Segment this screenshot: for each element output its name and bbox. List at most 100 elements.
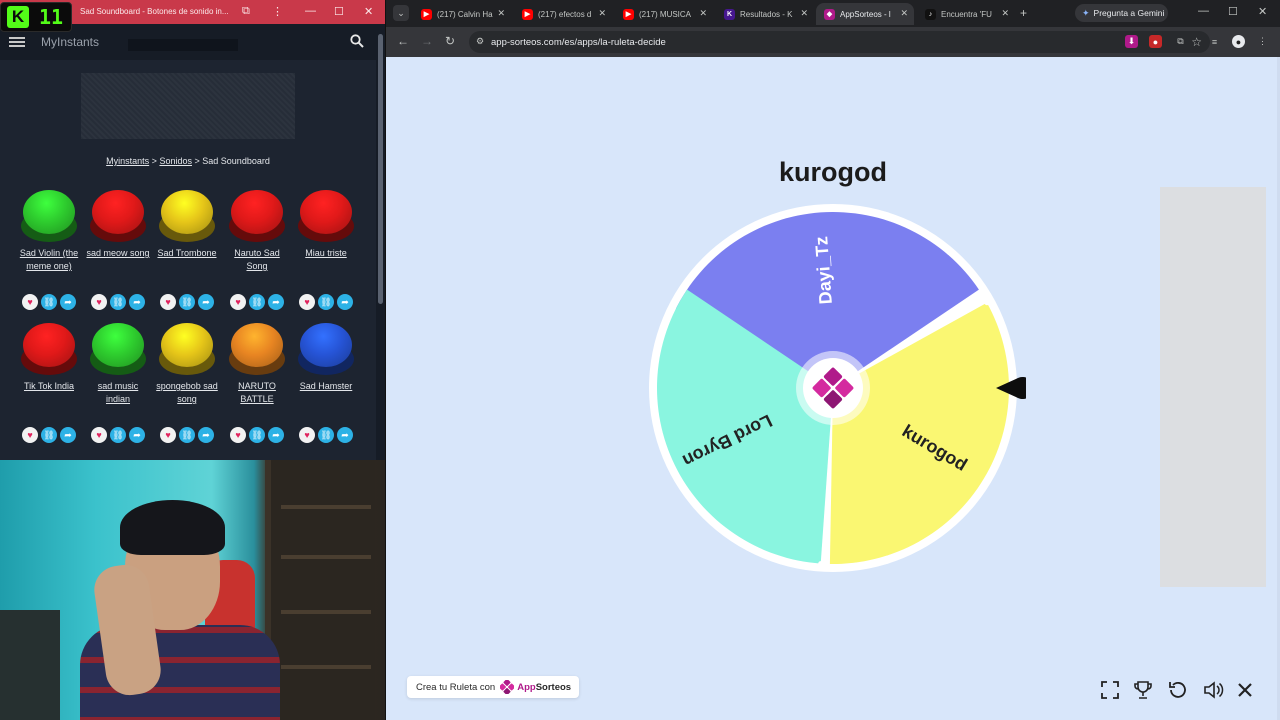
sound-play-button[interactable] xyxy=(297,188,355,244)
browser-tab[interactable]: ♪ Encuentra 'FU ✕ xyxy=(917,3,1015,25)
copy-link-icon[interactable]: ⛓ xyxy=(110,294,126,310)
sound-play-button[interactable] xyxy=(158,321,216,377)
copy-link-icon[interactable]: ⛓ xyxy=(179,294,195,310)
browser-menu-icon[interactable]: ⋮ xyxy=(1256,35,1269,48)
scrollbar-thumb[interactable] xyxy=(378,34,383,304)
maximize-icon[interactable]: ☐ xyxy=(1228,5,1238,18)
sound-label[interactable]: Sad Violin (the meme one) xyxy=(16,247,82,273)
minimize-icon[interactable]: — xyxy=(305,5,316,17)
gemini-button[interactable]: ✦ Pregunta a Gemini xyxy=(1075,4,1168,22)
bookmark-star-icon[interactable]: ☆ xyxy=(1191,35,1202,49)
browser-tab[interactable]: ▶ (217) MUSICA ✕ xyxy=(615,3,713,25)
copy-link-icon[interactable]: ⛓ xyxy=(249,427,265,443)
sound-play-button[interactable] xyxy=(158,188,216,244)
close-window-icon[interactable]: ✕ xyxy=(364,5,373,18)
sound-play-button[interactable] xyxy=(89,188,147,244)
reset-icon[interactable] xyxy=(1167,679,1189,701)
copy-link-icon[interactable]: ⛓ xyxy=(318,427,334,443)
browser-tab[interactable]: ▶ (217) Calvin Ha ✕ xyxy=(413,3,511,25)
share-icon[interactable]: ➦ xyxy=(337,294,353,310)
favorite-heart-icon[interactable]: ♥ xyxy=(91,294,107,310)
search-icon[interactable] xyxy=(350,34,364,48)
share-icon[interactable]: ➦ xyxy=(268,427,284,443)
site-name[interactable]: MyInstants xyxy=(41,35,99,49)
close-tab-icon[interactable]: ✕ xyxy=(800,8,808,19)
wheel-svg[interactable]: Dayi_TzkurogodLord Byron xyxy=(646,201,1026,581)
tab-search-icon[interactable]: ⧉ xyxy=(242,5,250,18)
favorite-heart-icon[interactable]: ♥ xyxy=(160,294,176,310)
sound-label[interactable]: sad music indian xyxy=(85,380,151,406)
sound-label[interactable]: Miau triste xyxy=(293,247,359,260)
sound-play-button[interactable] xyxy=(20,321,78,377)
close-tab-icon[interactable]: ✕ xyxy=(497,8,505,19)
browser-tab[interactable]: ◆ AppSorteos - l ✕ xyxy=(816,3,914,25)
close-icon[interactable] xyxy=(1234,679,1256,701)
sound-play-button[interactable] xyxy=(20,188,78,244)
close-tab-icon[interactable]: ✕ xyxy=(1001,8,1009,19)
maximize-icon[interactable]: ☐ xyxy=(334,5,344,18)
copy-link-icon[interactable]: ⛓ xyxy=(249,294,265,310)
new-tab-button[interactable]: + xyxy=(1020,6,1027,20)
back-icon[interactable]: ← xyxy=(397,34,409,48)
breadcrumb-home[interactable]: Myinstants xyxy=(106,156,149,166)
close-tab-icon[interactable]: ✕ xyxy=(699,8,707,19)
sound-label[interactable]: Naruto Sad Song xyxy=(224,247,290,273)
url-text[interactable]: app-sorteos.com/es/apps/la-ruleta-decide xyxy=(491,37,666,48)
sound-label[interactable]: spongebob sad song xyxy=(154,380,220,406)
share-icon[interactable]: ➦ xyxy=(198,427,214,443)
favorite-heart-icon[interactable]: ♥ xyxy=(299,427,315,443)
browser-tab[interactable]: ▶ (217) efectos d ✕ xyxy=(514,3,612,25)
extension-icon[interactable]: ⬇ xyxy=(1125,35,1138,48)
extension-shield-icon[interactable]: ● xyxy=(1149,35,1162,48)
share-icon[interactable]: ➦ xyxy=(198,294,214,310)
minimize-icon[interactable]: — xyxy=(1198,5,1209,17)
trophy-icon[interactable] xyxy=(1132,679,1154,701)
forward-icon[interactable]: → xyxy=(421,34,433,48)
create-roulette-link[interactable]: Crea tu Ruleta con App Sorteos xyxy=(407,676,580,698)
favorite-heart-icon[interactable]: ♥ xyxy=(22,427,38,443)
extensions-puzzle-icon[interactable]: ⧉ xyxy=(1174,35,1187,48)
share-icon[interactable]: ➦ xyxy=(129,294,145,310)
close-tab-icon[interactable]: ✕ xyxy=(900,8,908,19)
fullscreen-icon[interactable] xyxy=(1099,679,1121,701)
copy-link-icon[interactable]: ⛓ xyxy=(41,427,57,443)
sound-play-button[interactable] xyxy=(228,321,286,377)
share-icon[interactable]: ➦ xyxy=(129,427,145,443)
volume-icon[interactable] xyxy=(1202,679,1224,701)
breadcrumb-sounds[interactable]: Sonidos xyxy=(159,156,192,166)
copy-link-icon[interactable]: ⛓ xyxy=(41,294,57,310)
favorite-heart-icon[interactable]: ♥ xyxy=(160,427,176,443)
close-tab-icon[interactable]: ✕ xyxy=(598,8,606,19)
reading-list-icon[interactable]: ≡ xyxy=(1208,35,1221,48)
sound-label[interactable]: Tik Tok India xyxy=(16,380,82,393)
profile-avatar[interactable]: ● xyxy=(1232,35,1245,48)
share-icon[interactable]: ➦ xyxy=(60,427,76,443)
favorite-heart-icon[interactable]: ♥ xyxy=(230,294,246,310)
roulette-wheel[interactable]: Dayi_Tz kurogod Lord Byron xyxy=(646,201,1026,581)
close-window-icon[interactable]: ✕ xyxy=(1258,5,1267,18)
sound-play-button[interactable] xyxy=(228,188,286,244)
address-bar[interactable]: ⚙ app-sorteos.com/es/apps/la-ruleta-deci… xyxy=(469,31,1210,53)
copy-link-icon[interactable]: ⛓ xyxy=(318,294,334,310)
browser-tab[interactable]: K Resultados - K ✕ xyxy=(716,3,814,25)
tab-list-button[interactable]: ⌄ xyxy=(393,5,409,21)
site-info-icon[interactable]: ⚙ xyxy=(476,36,484,47)
sound-label[interactable]: Sad Hamster xyxy=(293,380,359,393)
favorite-heart-icon[interactable]: ♥ xyxy=(22,294,38,310)
copy-link-icon[interactable]: ⛓ xyxy=(110,427,126,443)
sound-play-button[interactable] xyxy=(297,321,355,377)
sound-label[interactable]: NARUTO BATTLE xyxy=(224,380,290,406)
share-icon[interactable]: ➦ xyxy=(60,294,76,310)
sound-play-button[interactable] xyxy=(89,321,147,377)
share-icon[interactable]: ➦ xyxy=(337,427,353,443)
left-scrollbar[interactable] xyxy=(376,24,385,460)
share-icon[interactable]: ➦ xyxy=(268,294,284,310)
favorite-heart-icon[interactable]: ♥ xyxy=(230,427,246,443)
search-input[interactable] xyxy=(128,39,238,51)
reload-icon[interactable]: ↻ xyxy=(445,34,455,48)
hamburger-menu-icon[interactable] xyxy=(9,37,25,47)
sound-label[interactable]: sad meow song xyxy=(85,247,151,260)
favorite-heart-icon[interactable]: ♥ xyxy=(91,427,107,443)
more-options-icon[interactable]: ⋮ xyxy=(272,5,283,18)
favorite-heart-icon[interactable]: ♥ xyxy=(299,294,315,310)
